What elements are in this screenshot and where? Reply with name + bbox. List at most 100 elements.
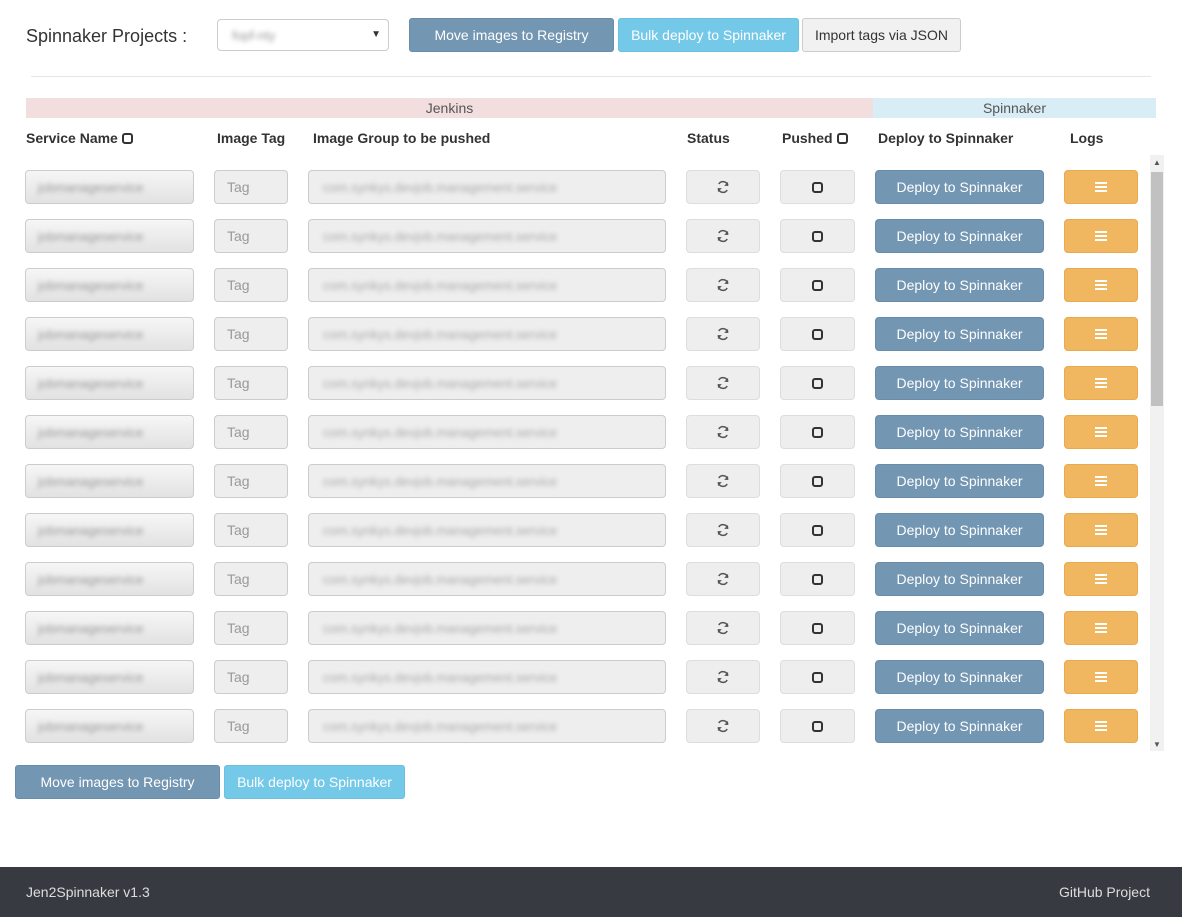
deploy-to-spinnaker-button[interactable]: Deploy to Spinnaker: [875, 562, 1044, 596]
pushed-checkbox-button[interactable]: [780, 366, 855, 400]
image-group-input[interactable]: com.synkys.devjob.management.service: [308, 219, 666, 253]
status-refresh-button[interactable]: [686, 268, 760, 302]
service-name-button[interactable]: jobmanageservice: [25, 366, 194, 400]
service-name-button[interactable]: jobmanageservice: [25, 513, 194, 547]
pushed-checkbox-button[interactable]: [780, 660, 855, 694]
status-refresh-button[interactable]: [686, 709, 760, 743]
table-scrollbar[interactable]: ▲ ▼: [1150, 155, 1164, 751]
logs-button[interactable]: [1064, 709, 1138, 743]
image-tag-input[interactable]: Tag: [214, 562, 288, 596]
service-name-button[interactable]: jobmanageservice: [25, 611, 194, 645]
image-group-input[interactable]: com.synkys.devjob.management.service: [308, 268, 666, 302]
deploy-to-spinnaker-button[interactable]: Deploy to Spinnaker: [875, 268, 1044, 302]
logs-button[interactable]: [1064, 317, 1138, 351]
image-tag-input[interactable]: Tag: [214, 366, 288, 400]
logs-button[interactable]: [1064, 611, 1138, 645]
pushed-checkbox-button[interactable]: [780, 268, 855, 302]
bottom-bulk-deploy-button[interactable]: Bulk deploy to Spinnaker: [224, 765, 405, 799]
service-name-button[interactable]: jobmanageservice: [25, 464, 194, 498]
status-refresh-button[interactable]: [686, 562, 760, 596]
status-refresh-button[interactable]: [686, 219, 760, 253]
image-tag-input[interactable]: Tag: [214, 170, 288, 204]
logs-button[interactable]: [1064, 219, 1138, 253]
image-tag-input[interactable]: Tag: [214, 660, 288, 694]
logs-button[interactable]: [1064, 170, 1138, 204]
pushed-checkbox-button[interactable]: [780, 219, 855, 253]
status-refresh-button[interactable]: [686, 513, 760, 547]
github-project-link[interactable]: GitHub Project: [1059, 884, 1150, 900]
select-all-pushed-checkbox[interactable]: [836, 132, 848, 144]
scroll-down-icon[interactable]: ▼: [1150, 737, 1164, 751]
scrollbar-thumb[interactable]: [1151, 172, 1163, 406]
logs-button[interactable]: [1064, 268, 1138, 302]
image-tag-input[interactable]: Tag: [214, 317, 288, 351]
service-name-button[interactable]: jobmanageservice: [25, 415, 194, 449]
deploy-to-spinnaker-button[interactable]: Deploy to Spinnaker: [875, 366, 1044, 400]
deploy-to-spinnaker-button[interactable]: Deploy to Spinnaker: [875, 219, 1044, 253]
image-group-input[interactable]: com.synkys.devjob.management.service: [308, 660, 666, 694]
service-name-button[interactable]: jobmanageservice: [25, 709, 194, 743]
bottom-move-images-button[interactable]: Move images to Registry: [15, 765, 220, 799]
image-group-value: com.synkys.devjob.management.service: [323, 719, 558, 734]
image-tag-input[interactable]: Tag: [214, 415, 288, 449]
status-refresh-button[interactable]: [686, 660, 760, 694]
logs-button[interactable]: [1064, 464, 1138, 498]
logs-button[interactable]: [1064, 415, 1138, 449]
pushed-checkbox-button[interactable]: [780, 513, 855, 547]
image-tag-input[interactable]: Tag: [214, 709, 288, 743]
service-name-button[interactable]: jobmanageservice: [25, 170, 194, 204]
status-refresh-button[interactable]: [686, 170, 760, 204]
image-tag-input[interactable]: Tag: [214, 611, 288, 645]
deploy-to-spinnaker-button[interactable]: Deploy to Spinnaker: [875, 415, 1044, 449]
image-group-input[interactable]: com.synkys.devjob.management.service: [308, 317, 666, 351]
status-refresh-button[interactable]: [686, 415, 760, 449]
pushed-checkbox-button[interactable]: [780, 464, 855, 498]
image-group-input[interactable]: com.synkys.devjob.management.service: [308, 562, 666, 596]
project-select[interactable]: fopf-nty ▼: [217, 19, 389, 51]
service-name-button[interactable]: jobmanageservice: [25, 317, 194, 351]
pushed-checkbox-button[interactable]: [780, 317, 855, 351]
status-refresh-button[interactable]: [686, 611, 760, 645]
pushed-checkbox-button[interactable]: [780, 170, 855, 204]
status-refresh-button[interactable]: [686, 366, 760, 400]
deploy-to-spinnaker-button[interactable]: Deploy to Spinnaker: [875, 513, 1044, 547]
logs-button[interactable]: [1064, 562, 1138, 596]
image-group-input[interactable]: com.synkys.devjob.management.service: [308, 170, 666, 204]
service-name-button[interactable]: jobmanageservice: [25, 660, 194, 694]
logs-button[interactable]: [1064, 513, 1138, 547]
select-all-services-checkbox[interactable]: [121, 132, 133, 144]
service-name-button[interactable]: jobmanageservice: [25, 219, 194, 253]
deploy-to-spinnaker-button[interactable]: Deploy to Spinnaker: [875, 170, 1044, 204]
deploy-to-spinnaker-button[interactable]: Deploy to Spinnaker: [875, 611, 1044, 645]
deploy-to-spinnaker-button[interactable]: Deploy to Spinnaker: [875, 464, 1044, 498]
logs-button[interactable]: [1064, 660, 1138, 694]
service-name-button[interactable]: jobmanageservice: [25, 562, 194, 596]
import-tags-button[interactable]: Import tags via JSON: [802, 18, 961, 52]
col-logs: Logs: [1070, 130, 1104, 146]
refresh-icon: [716, 425, 730, 439]
service-name-button[interactable]: jobmanageservice: [25, 268, 194, 302]
move-images-button[interactable]: Move images to Registry: [409, 18, 614, 52]
image-group-input[interactable]: com.synkys.devjob.management.service: [308, 513, 666, 547]
image-group-input[interactable]: com.synkys.devjob.management.service: [308, 709, 666, 743]
status-refresh-button[interactable]: [686, 464, 760, 498]
image-group-input[interactable]: com.synkys.devjob.management.service: [308, 366, 666, 400]
image-tag-input[interactable]: Tag: [214, 219, 288, 253]
pushed-checkbox-button[interactable]: [780, 611, 855, 645]
pushed-checkbox-button[interactable]: [780, 562, 855, 596]
image-group-input[interactable]: com.synkys.devjob.management.service: [308, 611, 666, 645]
pushed-checkbox-button[interactable]: [780, 415, 855, 449]
bulk-deploy-button[interactable]: Bulk deploy to Spinnaker: [618, 18, 799, 52]
pushed-checkbox-button[interactable]: [780, 709, 855, 743]
deploy-to-spinnaker-button[interactable]: Deploy to Spinnaker: [875, 709, 1044, 743]
image-tag-input[interactable]: Tag: [214, 513, 288, 547]
deploy-to-spinnaker-button[interactable]: Deploy to Spinnaker: [875, 660, 1044, 694]
logs-button[interactable]: [1064, 366, 1138, 400]
status-refresh-button[interactable]: [686, 317, 760, 351]
scroll-up-icon[interactable]: ▲: [1150, 155, 1164, 169]
image-tag-input[interactable]: Tag: [214, 268, 288, 302]
image-group-input[interactable]: com.synkys.devjob.management.service: [308, 464, 666, 498]
deploy-to-spinnaker-button[interactable]: Deploy to Spinnaker: [875, 317, 1044, 351]
image-tag-input[interactable]: Tag: [214, 464, 288, 498]
image-group-input[interactable]: com.synkys.devjob.management.service: [308, 415, 666, 449]
